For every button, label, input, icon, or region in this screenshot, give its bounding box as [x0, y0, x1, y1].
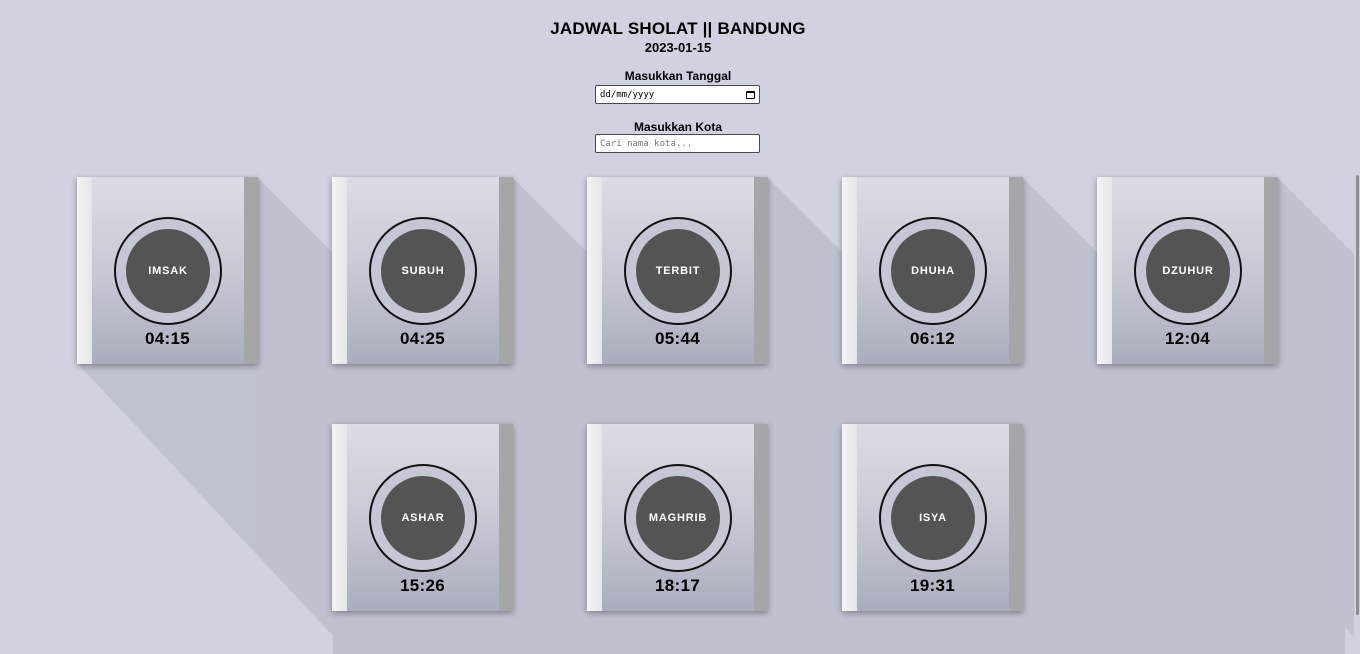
prayer-name: TERBIT	[636, 229, 720, 313]
prayer-card-subuh: SUBUH 04:25	[332, 177, 513, 364]
prayer-name: IMSAK	[126, 229, 210, 313]
prayer-name: SUBUH	[381, 229, 465, 313]
city-input-placeholder: Cari nama kota...	[600, 138, 693, 149]
prayer-card-maghrib: MAGHRIB 18:17	[587, 424, 768, 611]
prayer-name: DZUHUR	[1146, 229, 1230, 313]
prayer-card-dzuhur: DZUHUR 12:04	[1097, 177, 1278, 364]
city-search-input[interactable]: Cari nama kota...	[595, 134, 760, 153]
scrollbar-thumb[interactable]	[1356, 175, 1359, 615]
prayer-name: DHUHA	[891, 229, 975, 313]
selected-date: 2023-01-15	[644, 40, 712, 55]
date-input[interactable]: dd/mm/yyyy	[595, 85, 760, 104]
prayer-time: 04:15	[145, 329, 190, 348]
prayer-time: 12:04	[1165, 329, 1210, 348]
prayer-card-terbit: TERBIT 05:44	[587, 177, 768, 364]
prayer-ring: MAGHRIB	[624, 464, 732, 572]
prayer-card-dhuha: DHUHA 06:12	[842, 177, 1023, 364]
prayer-ring: DZUHUR	[1134, 217, 1242, 325]
prayer-time: 19:31	[910, 576, 955, 595]
prayer-time: 04:25	[400, 329, 445, 348]
prayer-name: ASHAR	[381, 476, 465, 560]
prayer-ring: ISYA	[879, 464, 987, 572]
calendar-icon[interactable]	[746, 90, 755, 99]
page-scrollbar[interactable]	[1354, 0, 1360, 654]
city-field-label: Masukkan Kota	[633, 120, 723, 134]
prayer-name: MAGHRIB	[636, 476, 720, 560]
prayer-ring: SUBUH	[369, 217, 477, 325]
prayer-card-imsak: IMSAK 04:15	[77, 177, 258, 364]
header: JADWAL SHOLAT || BANDUNG 2023-01-15	[0, 18, 1356, 56]
prayer-ring: IMSAK	[114, 217, 222, 325]
prayer-card-isya: ISYA 19:31	[842, 424, 1023, 611]
prayer-name: ISYA	[891, 476, 975, 560]
prayer-time: 15:26	[400, 576, 445, 595]
prayer-time: 05:44	[655, 329, 700, 348]
date-field-label: Masukkan Tanggal	[624, 69, 732, 83]
prayer-time: 06:12	[910, 329, 955, 348]
page-title: JADWAL SHOLAT || BANDUNG	[550, 19, 806, 38]
prayer-ring: ASHAR	[369, 464, 477, 572]
prayer-ring: TERBIT	[624, 217, 732, 325]
date-input-placeholder: dd/mm/yyyy	[600, 89, 655, 100]
prayer-time: 18:17	[655, 576, 700, 595]
prayer-ring: DHUHA	[879, 217, 987, 325]
prayer-card-ashar: ASHAR 15:26	[332, 424, 513, 611]
